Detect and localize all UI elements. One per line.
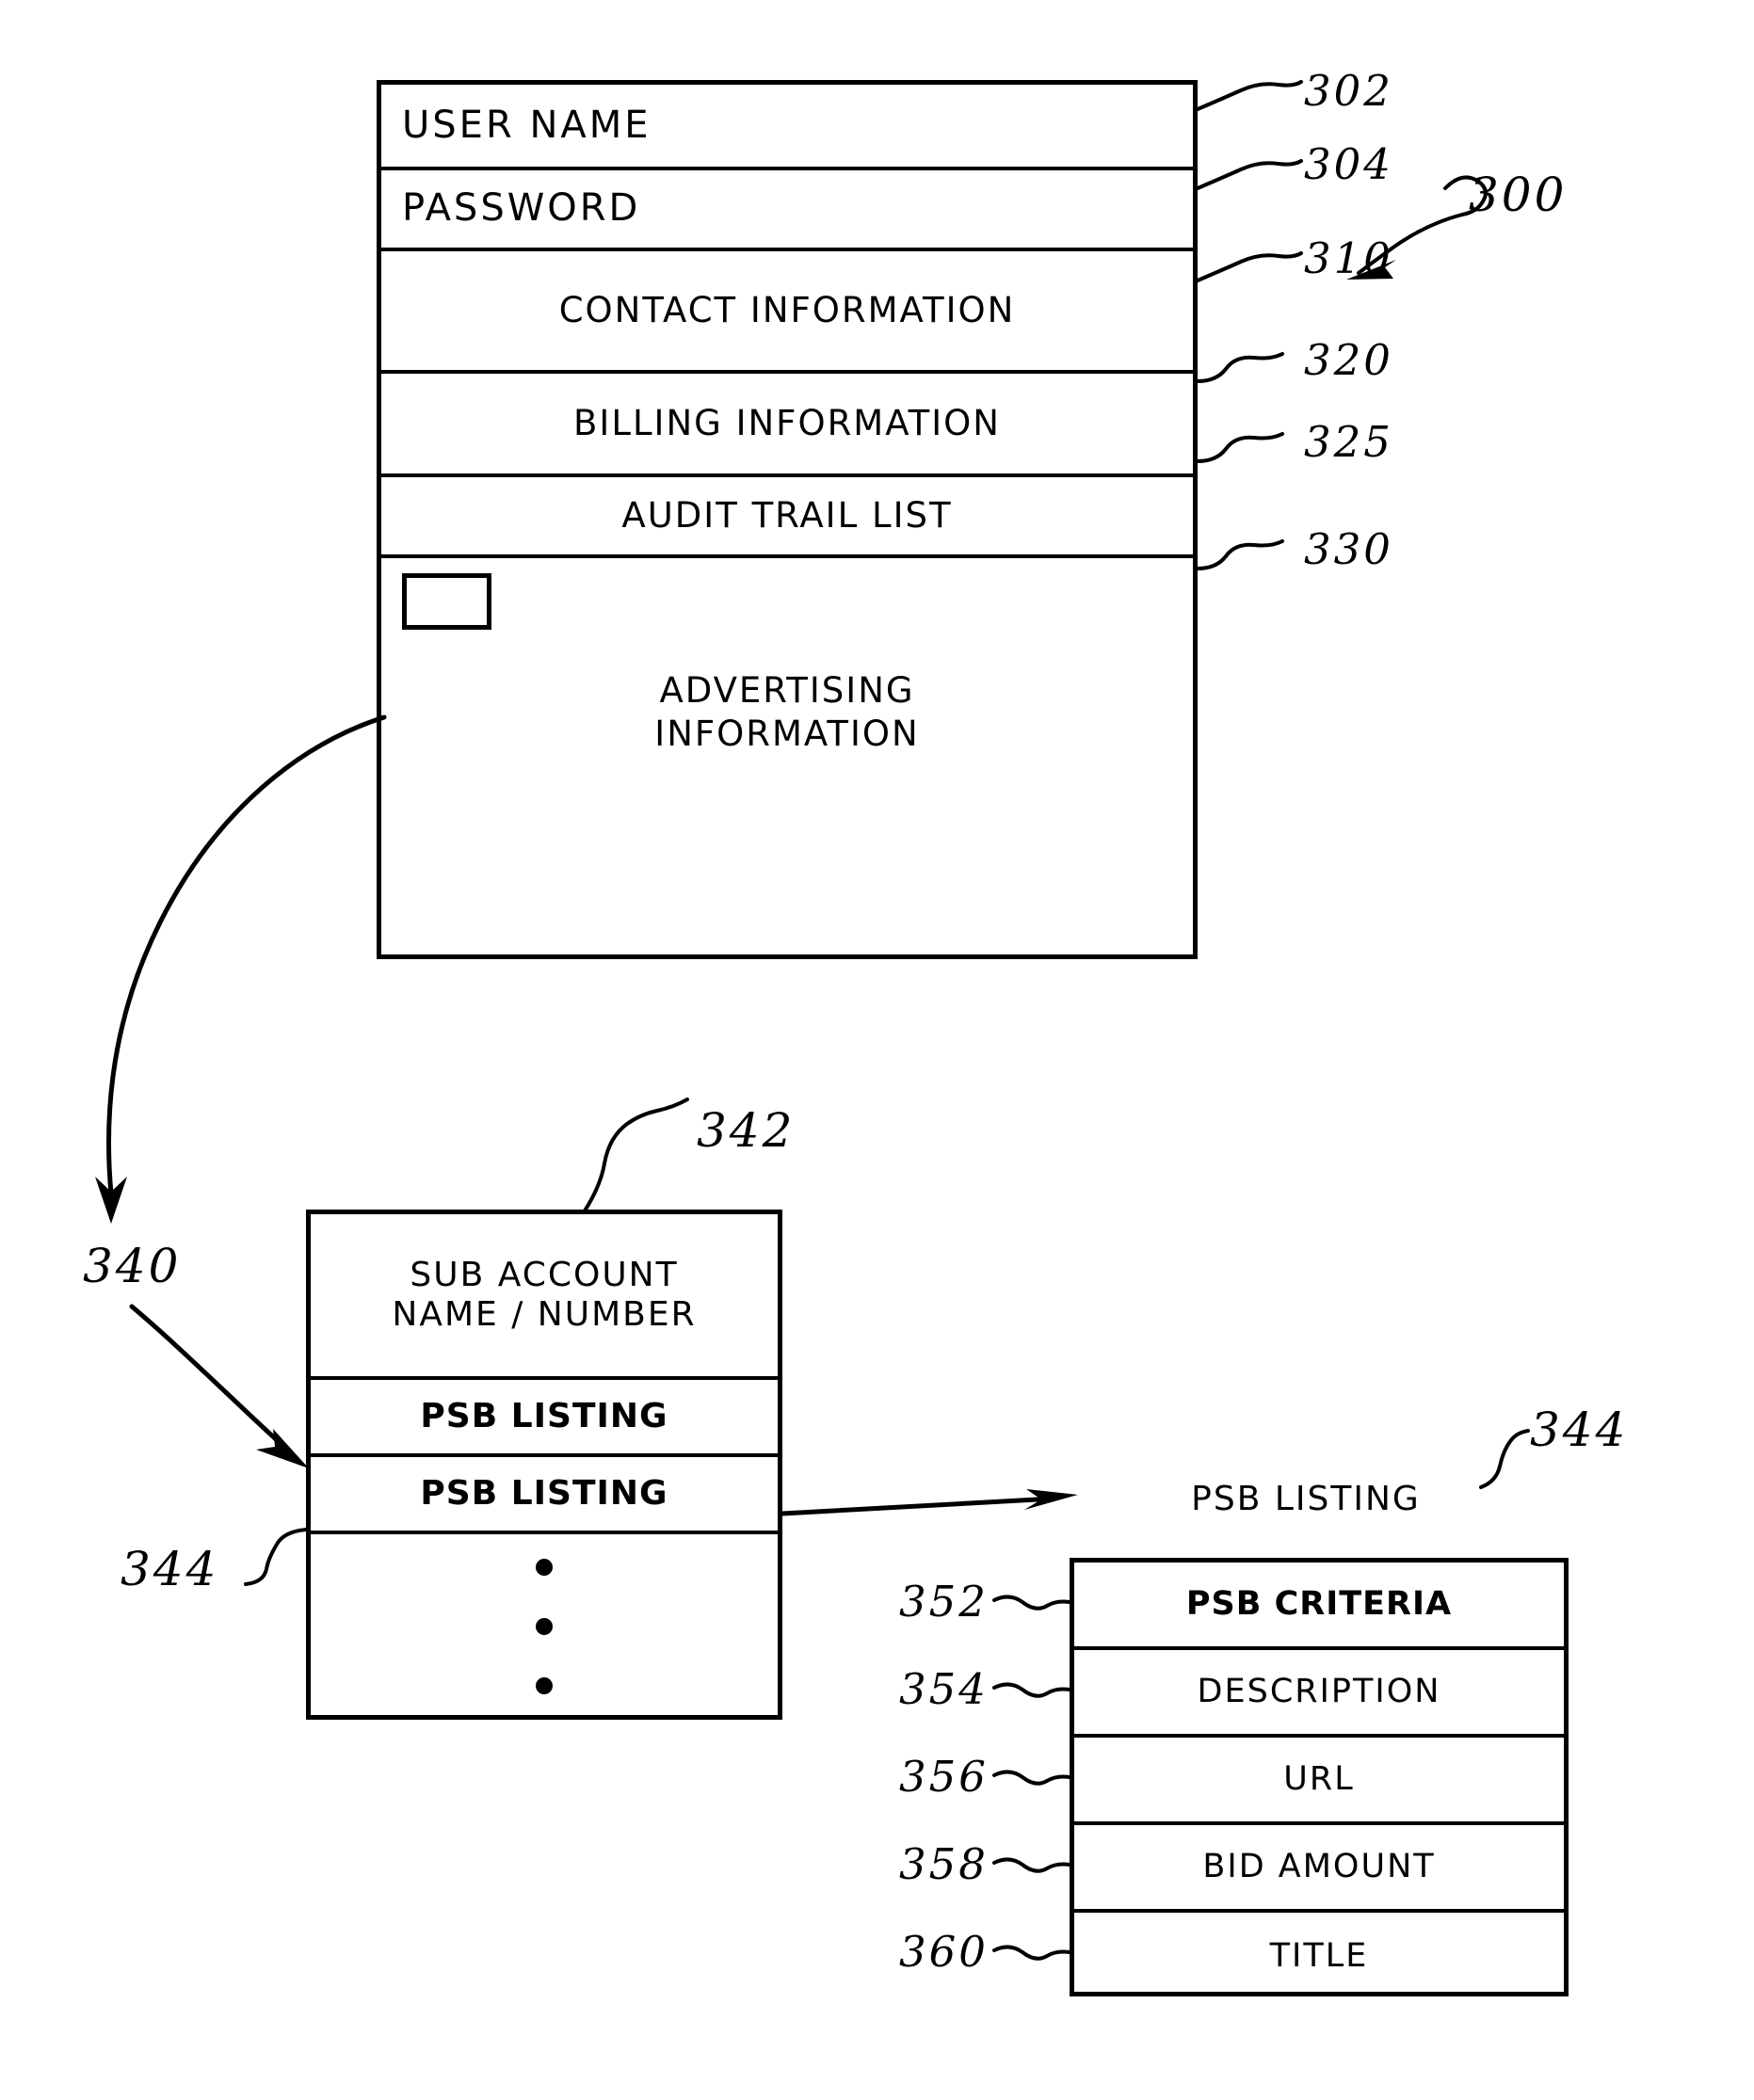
ref-344-left: 344	[121, 1542, 219, 1596]
curve-to-sub-account	[106, 714, 387, 1196]
ref-310: 310	[1304, 233, 1393, 283]
ref-344-right: 344	[1530, 1403, 1629, 1457]
ref-358: 358	[899, 1839, 989, 1889]
row-psb-listing-1: PSB LISTING	[311, 1380, 778, 1457]
row-contact-information: CONTACT INFORMATION	[381, 251, 1193, 374]
psb-listing-caption: PSB LISTING	[1191, 1480, 1421, 1518]
ref-340: 340	[83, 1239, 182, 1293]
ref-320: 320	[1304, 335, 1393, 385]
row-bid-amount-label: BID AMOUNT	[1202, 1847, 1436, 1885]
ref-325: 325	[1304, 417, 1393, 467]
curve-340-to-psb-row	[129, 1304, 290, 1452]
arrowhead-sub-to-psb	[1024, 1489, 1078, 1510]
leader-358	[992, 1857, 1071, 1873]
sub-account-box: SUB ACCOUNT NAME / NUMBER PSB LISTING PS…	[306, 1210, 782, 1720]
row-url: URL	[1074, 1738, 1564, 1825]
ref-352: 352	[899, 1577, 989, 1627]
row-psb-listing-ellipsis	[311, 1534, 778, 1694]
vertical-ellipsis-icon	[311, 1534, 778, 1694]
row-psb-criteria: PSB CRITERIA	[1074, 1563, 1564, 1650]
row-audit-trail-list-label: AUDIT TRAIL LIST	[621, 495, 953, 537]
leader-320	[1196, 352, 1284, 383]
row-psb-listing-1-label: PSB LISTING	[420, 1396, 668, 1435]
row-psb-listing-2: PSB LISTING	[311, 1457, 778, 1534]
sub-account-pointer-rectangle	[402, 573, 491, 630]
ellipsis-dot	[536, 1559, 553, 1576]
leader-356	[992, 1770, 1071, 1786]
ref-304: 304	[1304, 139, 1393, 189]
connector-sub-to-psb	[780, 1496, 1057, 1516]
arrowhead-340	[95, 1177, 127, 1224]
row-sub-account-name-number: SUB ACCOUNT NAME / NUMBER	[311, 1214, 778, 1380]
leader-352	[992, 1595, 1071, 1611]
leader-325	[1196, 432, 1284, 463]
ref-360: 360	[899, 1927, 989, 1977]
row-billing-information: BILLING INFORMATION	[381, 374, 1193, 477]
row-description-label: DESCRIPTION	[1197, 1672, 1441, 1710]
row-password-label: PASSWORD	[402, 186, 641, 231]
row-password: PASSWORD	[381, 170, 1193, 251]
leader-344-left	[244, 1528, 308, 1586]
row-bid-amount: BID AMOUNT	[1074, 1825, 1564, 1913]
arrowhead-psb-row	[256, 1429, 309, 1468]
ref-302: 302	[1304, 66, 1393, 116]
ref-300: 300	[1469, 168, 1568, 222]
row-sub-account-name-number-label: SUB ACCOUNT NAME / NUMBER	[392, 1255, 697, 1334]
leader-310	[1196, 251, 1303, 282]
ellipsis-dot	[536, 1677, 553, 1694]
leader-304	[1196, 159, 1303, 190]
account-record-box: USER NAME PASSWORD CONTACT INFORMATION B…	[377, 80, 1198, 959]
ref-356: 356	[899, 1752, 989, 1802]
row-advertising-information-label: ADVERTISING INFORMATION	[654, 670, 920, 755]
leader-302	[1196, 80, 1303, 111]
ref-330: 330	[1304, 524, 1393, 574]
leader-330	[1196, 539, 1284, 570]
leader-344-right	[1479, 1429, 1530, 1489]
row-user-name: USER NAME	[381, 85, 1193, 170]
row-audit-trail-list: AUDIT TRAIL LIST	[381, 477, 1193, 558]
leader-360	[992, 1945, 1071, 1961]
ellipsis-dot	[536, 1618, 553, 1635]
ref-342: 342	[697, 1103, 796, 1158]
psb-listing-box: PSB CRITERIA DESCRIPTION URL BID AMOUNT …	[1070, 1558, 1569, 1996]
leader-354	[992, 1682, 1071, 1698]
row-title: TITLE	[1074, 1913, 1564, 2000]
row-contact-information-label: CONTACT INFORMATION	[558, 290, 1016, 331]
row-psb-listing-2-label: PSB LISTING	[420, 1473, 668, 1513]
ref-354: 354	[899, 1664, 989, 1714]
row-psb-criteria-label: PSB CRITERIA	[1185, 1584, 1453, 1623]
row-title-label: TITLE	[1269, 1936, 1369, 1975]
figure-canvas: USER NAME PASSWORD CONTACT INFORMATION B…	[0, 0, 1754, 2100]
leader-342	[582, 1098, 689, 1214]
row-url-label: URL	[1283, 1759, 1355, 1798]
row-billing-information-label: BILLING INFORMATION	[573, 403, 1001, 444]
row-description: DESCRIPTION	[1074, 1650, 1564, 1738]
row-user-name-label: USER NAME	[402, 103, 652, 147]
